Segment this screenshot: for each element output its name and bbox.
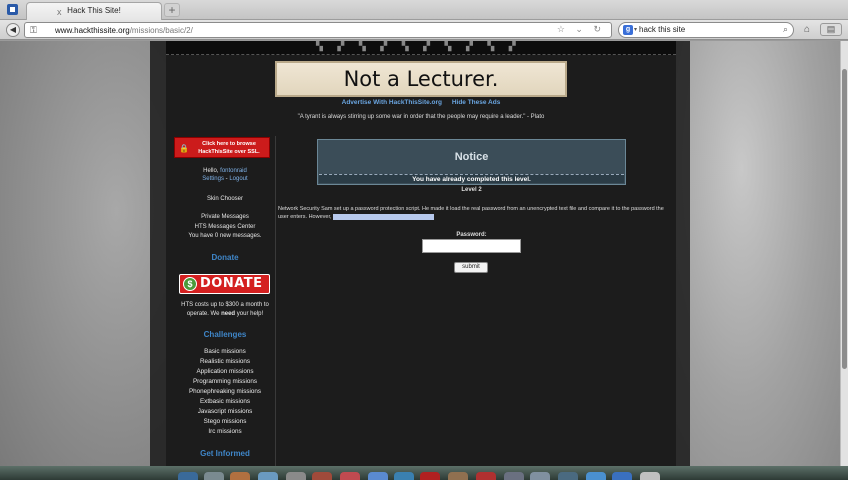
ssl-button[interactable]: 🔒 Click here to browse HackThisSite over… [174,137,270,158]
app-dock-icon[interactable] [340,472,360,480]
left-sidebar: 🔒 Click here to browse HackThisSite over… [166,136,276,466]
logout-link[interactable]: Logout [229,176,247,182]
app-dock-icon[interactable] [530,472,550,480]
tab-title: Hack This Site! [67,6,121,15]
selected-hidden-text[interactable]: he neglected to upload the password file [333,214,434,220]
irc-missions-link[interactable]: Irc missions [166,428,284,435]
app-dock-icon[interactable] [558,472,578,480]
greeting: Hello, fontonraid [203,168,247,174]
address-bar[interactable]: ⚿ www.hackthissite.org/missions/basic/2/… [24,22,612,38]
level-label: Level 2 [461,187,482,193]
app-dock-icon[interactable] [286,472,306,480]
url-bar-icons[interactable]: ☆ ⌄ ↻ [557,24,605,35]
new-tab-button[interactable]: + [164,3,180,17]
app-dock-icon[interactable] [448,472,468,480]
extbasic-missions-link[interactable]: Extbasic missions [166,398,284,405]
dashboard-dock-icon[interactable] [204,472,224,480]
notice-title: Notice [454,151,489,163]
page-viewport: ▚ ▞ ▚ ▞ ▚ ▞ ▚ ▞ ▚ ▞ Not a Lecturer. Adve… [0,41,840,466]
get-informed-heading: Get Informed [200,449,250,458]
chevron-down-icon[interactable]: ▾ [634,26,637,33]
messages-center-link[interactable]: HTS Messages Center [166,224,284,230]
skin-chooser-link[interactable]: Skin Chooser [166,196,284,202]
safari-dock-icon[interactable] [258,472,278,480]
donate-note-line2: operate. We need your help! [186,311,264,317]
private-messages-link[interactable]: Private Messages [166,214,284,220]
settings-link[interactable]: Settings [202,176,224,182]
ad-links: Advertise With HackThisSite.org Hide The… [166,99,676,106]
new-messages-count: You have 0 new messages. [188,233,262,239]
back-arrow-icon[interactable]: ◀ [6,23,20,37]
account-links: Settings - Logout [202,176,248,182]
magnifier-icon[interactable]: ⌕ [783,24,788,35]
site-banner: Not a Lecturer. [275,61,567,97]
dollar-coin-icon: $ [183,277,197,291]
dock [0,466,848,480]
application-missions-link[interactable]: Application missions [166,368,284,375]
mission-description: Network Security Sam set up a password p… [278,206,664,220]
home-icon[interactable]: ⌂ [800,23,814,36]
site-container: ▚ ▞ ▚ ▞ ▚ ▞ ▚ ▞ ▚ ▞ Not a Lecturer. Adve… [166,41,676,466]
app-dock-icon[interactable] [230,472,250,480]
app-icon [7,4,18,15]
password-input[interactable] [422,239,521,253]
app-dock-icon[interactable] [586,472,606,480]
scroll-thumb[interactable] [842,69,847,369]
bookmarks-icon[interactable]: ▤ [820,23,842,36]
header-decoration: ▚ ▞ ▚ ▞ ▚ ▞ ▚ ▞ ▚ ▞ [316,41,522,51]
realistic-missions-link[interactable]: Realistic missions [166,358,284,365]
stego-missions-link[interactable]: Stego missions [166,418,284,425]
javascript-missions-link[interactable]: Javascript missions [166,408,284,415]
app-dock-icon[interactable] [312,472,332,480]
app-dock-icon[interactable] [504,472,524,480]
donate-button[interactable]: $ DONATE [179,274,270,294]
navigation-toolbar: ◀ ⚿ www.hackthissite.org/missions/basic/… [0,20,848,40]
password-label: Password: [456,232,487,238]
app-dock-icon[interactable] [394,472,414,480]
tab-close-icon[interactable]: x [57,8,62,17]
background-left [0,41,166,466]
tab-bar: x Hack This Site! + [0,0,848,20]
quote: "A tyrant is always stirring up some war… [297,114,545,120]
lock-icon: 🔒 [179,144,189,153]
app-dock-icon[interactable] [476,472,496,480]
google-icon[interactable]: g [623,25,633,35]
header-strip: ▚ ▞ ▚ ▞ ▚ ▞ ▚ ▞ ▚ ▞ [166,41,676,55]
url-text[interactable]: www.hackthissite.org/missions/basic/2/ [55,26,193,35]
ssl-button-label: Click here to browse HackThisSite over S… [198,141,260,155]
app-dock-icon[interactable] [420,472,440,480]
app-dock-icon[interactable] [368,472,388,480]
finder-dock-icon[interactable] [178,472,198,480]
app-dock-icon[interactable] [640,472,660,480]
donate-note-line1: HTS costs up to $300 a month to [181,302,269,308]
notice-box: Notice You have already completed this l… [317,139,626,185]
donate-heading: Donate [211,253,239,262]
submit-button[interactable]: submit [454,262,488,273]
background-right [676,41,840,466]
hide-ads-link[interactable]: Hide These Ads [452,99,501,106]
app-dock-icon[interactable] [612,472,632,480]
username-link[interactable]: fontonraid [220,168,247,174]
search-input[interactable]: hack this site [639,25,685,34]
key-icon: ⚿ [30,25,37,35]
search-bar[interactable]: g ▾ hack this site ⌕ [618,22,794,38]
challenges-heading: Challenges [203,330,247,339]
tab-hack-this-site[interactable]: x Hack This Site! [26,2,162,20]
phonephreaking-missions-link[interactable]: Phonephreaking missions [166,388,284,395]
notice-message: You have already completed this level. [319,174,624,183]
vertical-scrollbar[interactable] [840,41,848,466]
basic-missions-link[interactable]: Basic missions [166,348,284,355]
advertise-link[interactable]: Advertise With HackThisSite.org [342,99,442,106]
donate-button-label: DONATE [200,276,263,291]
programming-missions-link[interactable]: Programming missions [166,378,284,385]
